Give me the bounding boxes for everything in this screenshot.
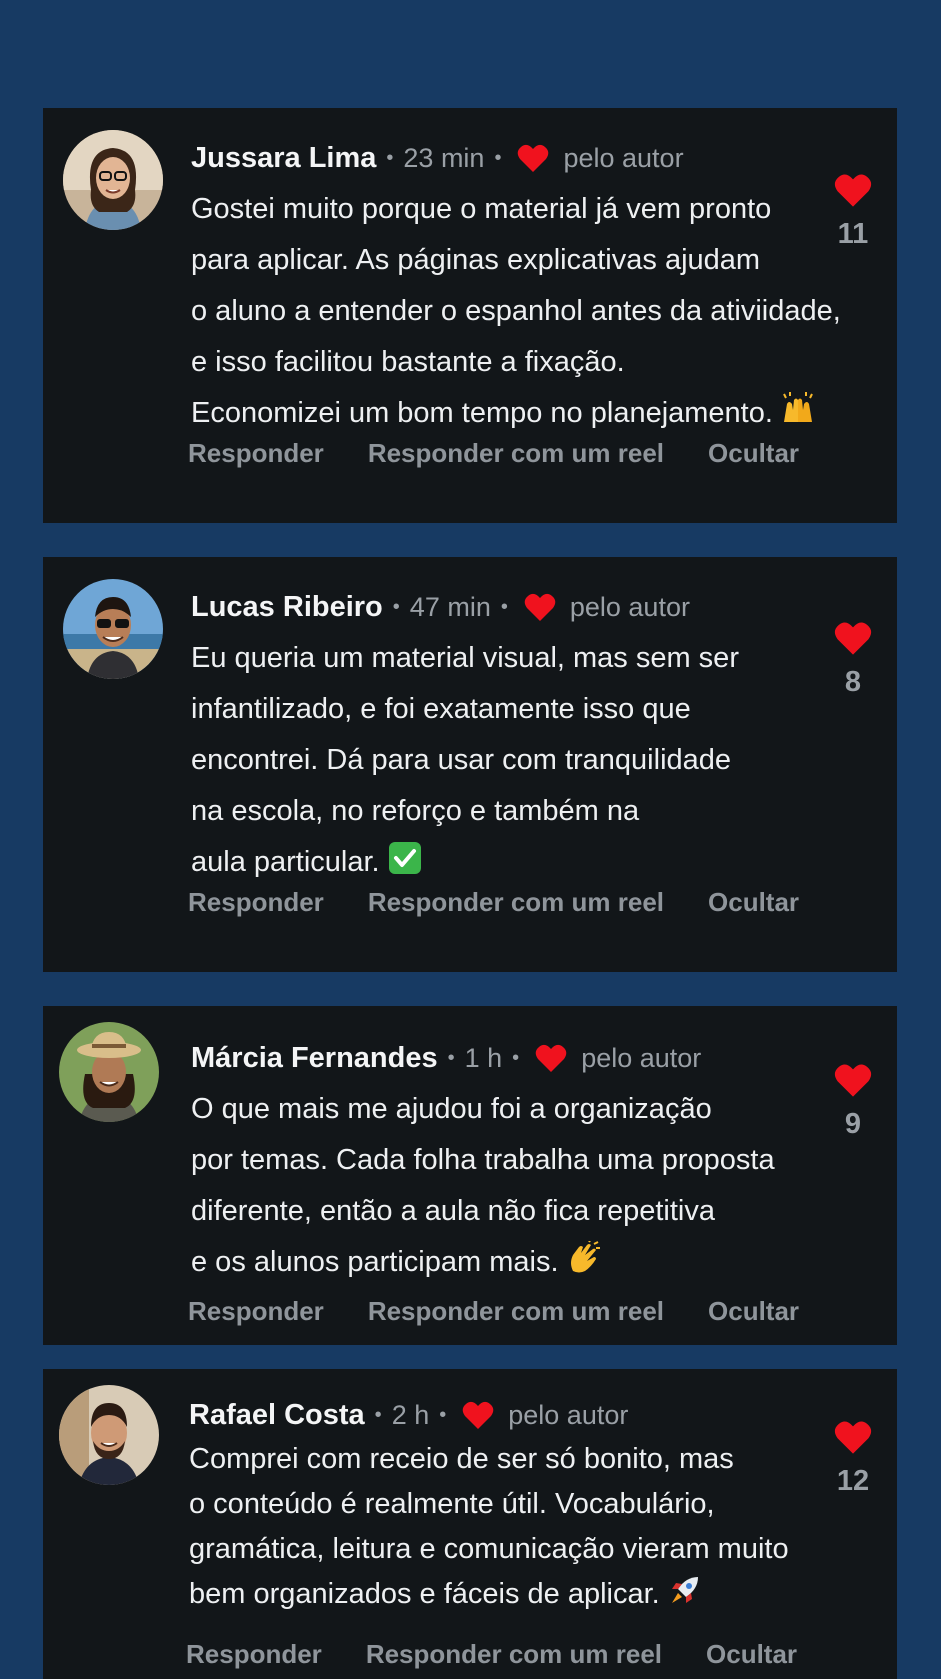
author-heart-icon xyxy=(524,593,556,621)
comment-time: 23 min xyxy=(403,142,485,173)
comment-line: para aplicar. As páginas explicativas aj… xyxy=(191,244,761,276)
comment-line: O que mais me ajudou foi a organização xyxy=(191,1093,712,1125)
avatar[interactable] xyxy=(59,1385,159,1485)
hide-button[interactable]: Ocultar xyxy=(708,1296,799,1327)
liked-by-author-label: pelo autor xyxy=(581,1042,702,1073)
comment-content: Lucas Ribeiro • 47 min • pelo autor Eu q… xyxy=(191,587,817,888)
separator-dot: • xyxy=(386,146,394,169)
hide-button[interactable]: Ocultar xyxy=(706,1639,797,1670)
like-button[interactable]: 11 xyxy=(823,172,883,251)
comment-line: o conteúdo é realmente útil. Vocabulário… xyxy=(189,1488,715,1520)
comment-card: Lucas Ribeiro • 47 min • pelo autor Eu q… xyxy=(43,557,897,972)
comment-text: Comprei com receio de ser só bonito, mas… xyxy=(189,1437,817,1617)
author-name[interactable]: Márcia Fernandes xyxy=(191,1042,438,1075)
reply-button[interactable]: Responder xyxy=(188,1296,324,1327)
comment-content: Márcia Fernandes • 1 h • pelo autor O qu… xyxy=(191,1038,817,1288)
comment-line: Comprei com receio de ser só bonito, mas xyxy=(189,1443,734,1475)
reply-with-reel-button[interactable]: Responder com um reel xyxy=(366,1639,662,1670)
reply-button[interactable]: Responder xyxy=(188,438,324,469)
comment-time: 1 h xyxy=(464,1042,503,1073)
comment-line: Eu queria um material visual, mas sem se… xyxy=(191,642,739,674)
comment-card: Rafael Costa • 2 h • pelo autor Comprei … xyxy=(43,1369,897,1679)
comment-actions: Responder Responder com um reel Ocultar xyxy=(186,1639,841,1670)
comment-line: e isso facilitou bastante a fixação. xyxy=(191,346,625,378)
separator-dot: • xyxy=(447,1046,455,1069)
comment-meta: Lucas Ribeiro • 47 min • pelo autor xyxy=(191,587,817,627)
like-button[interactable]: 9 xyxy=(823,1062,883,1141)
comment-meta: Jussara Lima • 23 min • pelo autor xyxy=(191,138,817,178)
like-count: 12 xyxy=(836,1465,870,1497)
hide-button[interactable]: Ocultar xyxy=(708,887,799,918)
comment-line: o aluno a entender o espanhol antes da a… xyxy=(191,295,841,327)
comment-line: encontrei. Dá para usar com tranquilidad… xyxy=(191,744,732,776)
comment-text: O que mais me ajudou foi a organização p… xyxy=(191,1084,817,1288)
comment-line: aula particular. xyxy=(191,846,380,878)
like-count: 9 xyxy=(844,1108,862,1140)
comment-actions: Responder Responder com um reel Ocultar xyxy=(188,887,843,918)
comment-actions: Responder Responder com um reel Ocultar xyxy=(188,438,843,469)
like-count: 11 xyxy=(837,218,869,250)
comment-actions: Responder Responder com um reel Ocultar xyxy=(188,1296,843,1327)
comment-time: 2 h xyxy=(391,1399,430,1430)
author-name[interactable]: Rafael Costa xyxy=(189,1399,365,1432)
rocket-icon xyxy=(671,1577,698,1603)
separator-dot: • xyxy=(392,595,400,618)
avatar[interactable] xyxy=(63,130,163,230)
liked-by-author-label: pelo autor xyxy=(569,591,690,622)
reply-button[interactable]: Responder xyxy=(186,1639,322,1670)
author-name[interactable]: Jussara Lima xyxy=(191,142,376,175)
comment-text: Gostei muito porque o material já vem pr… xyxy=(191,184,841,439)
reply-with-reel-button[interactable]: Responder com um reel xyxy=(368,438,664,469)
separator-dot: • xyxy=(439,1403,447,1426)
heart-icon[interactable] xyxy=(834,620,872,656)
like-button[interactable]: 8 xyxy=(823,620,883,699)
comment-line: e os alunos participam mais. xyxy=(191,1246,559,1278)
comment-card: Jussara Lima • 23 min • pelo autor Goste… xyxy=(43,108,897,523)
author-heart-icon xyxy=(462,1401,494,1429)
like-button[interactable]: 12 xyxy=(823,1419,883,1498)
separator-dot: • xyxy=(500,595,508,618)
author-heart-icon xyxy=(535,1044,567,1072)
comment-line: Economizei um bom tempo no planejamento. xyxy=(191,397,773,429)
heart-icon[interactable] xyxy=(834,1419,872,1455)
hide-button[interactable]: Ocultar xyxy=(708,438,799,469)
comment-line: infantilizado, e foi exatamente isso que xyxy=(191,693,691,725)
avatar[interactable] xyxy=(63,579,163,679)
clapping-hands-icon xyxy=(570,1241,600,1273)
liked-by-author-label: pelo autor xyxy=(563,142,684,173)
separator-dot: • xyxy=(374,1403,382,1426)
liked-by-author-label: pelo autor xyxy=(508,1399,629,1430)
comment-meta: Márcia Fernandes • 1 h • pelo autor xyxy=(191,1038,817,1078)
separator-dot: • xyxy=(512,1046,520,1069)
heart-icon[interactable] xyxy=(834,1062,872,1098)
comment-card: Márcia Fernandes • 1 h • pelo autor O qu… xyxy=(43,1006,897,1345)
comment-line: na escola, no reforço e também na xyxy=(191,795,640,827)
comment-text: Eu queria um material visual, mas sem se… xyxy=(191,633,817,888)
separator-dot: • xyxy=(494,146,502,169)
comment-line: diferente, então a aula não fica repetit… xyxy=(191,1195,715,1227)
raising-hands-icon xyxy=(783,392,813,422)
comment-content: Jussara Lima • 23 min • pelo autor Goste… xyxy=(191,138,841,439)
comment-line: bem organizados e fáceis de aplicar. xyxy=(189,1578,660,1610)
comment-meta: Rafael Costa • 2 h • pelo autor xyxy=(189,1395,817,1435)
reply-with-reel-button[interactable]: Responder com um reel xyxy=(368,887,664,918)
comment-time: 47 min xyxy=(409,591,491,622)
comment-line: por temas. Cada folha trabalha uma propo… xyxy=(191,1144,775,1176)
comment-line: gramática, leitura e comunicação vieram … xyxy=(189,1533,789,1565)
heart-icon[interactable] xyxy=(834,172,872,208)
check-mark-icon xyxy=(388,842,421,874)
reply-button[interactable]: Responder xyxy=(188,887,324,918)
comment-content: Rafael Costa • 2 h • pelo autor Comprei … xyxy=(189,1395,817,1617)
reply-with-reel-button[interactable]: Responder com um reel xyxy=(368,1296,664,1327)
avatar[interactable] xyxy=(59,1022,159,1122)
like-count: 8 xyxy=(844,666,862,698)
author-heart-icon xyxy=(518,144,549,172)
author-name[interactable]: Lucas Ribeiro xyxy=(191,591,383,624)
comment-line: Gostei muito porque o material já vem pr… xyxy=(191,193,772,225)
